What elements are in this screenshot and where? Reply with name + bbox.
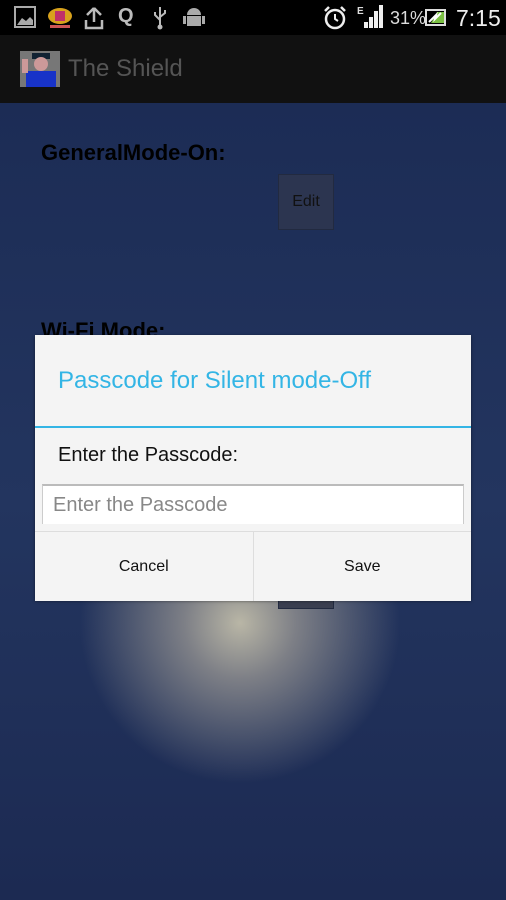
dialog-title-divider bbox=[35, 426, 471, 428]
general-mode-label: GeneralMode-On: bbox=[41, 140, 226, 165]
usb-icon bbox=[154, 7, 166, 30]
clock: 7:15 bbox=[456, 5, 501, 31]
cancel-button[interactable]: Cancel bbox=[35, 532, 253, 601]
passcode-dialog: Passcode for Silent mode-Off Enter the P… bbox=[35, 335, 471, 601]
save-button[interactable]: Save bbox=[252, 532, 471, 601]
dialog-message: Enter the Passcode: bbox=[58, 444, 239, 466]
status-bar: Q E 31% 7:15 bbox=[0, 0, 506, 35]
android-debug-icon bbox=[183, 8, 205, 26]
svg-text:E: E bbox=[357, 6, 364, 17]
app-title: The Shield bbox=[68, 55, 183, 82]
mynoted-app-icon bbox=[48, 8, 72, 28]
signal-edge-icon: E bbox=[357, 5, 383, 28]
upload-icon bbox=[84, 7, 104, 30]
q-app-icon: Q bbox=[118, 5, 134, 27]
dialog-title: Passcode for Silent mode-Off bbox=[58, 367, 372, 394]
alarm-icon bbox=[324, 6, 346, 30]
passcode-input[interactable] bbox=[42, 484, 464, 524]
battery-percent: 31% bbox=[390, 8, 427, 28]
battery-charging-icon bbox=[425, 9, 446, 26]
action-bar: The Shield bbox=[0, 35, 506, 103]
edit-button-label: Edit bbox=[292, 193, 320, 210]
police-officer-logo[interactable] bbox=[20, 51, 60, 87]
edit-general-mode-button[interactable]: Edit bbox=[278, 174, 334, 230]
dialog-button-bar: Cancel Save bbox=[35, 531, 471, 601]
gallery-icon bbox=[14, 6, 36, 28]
